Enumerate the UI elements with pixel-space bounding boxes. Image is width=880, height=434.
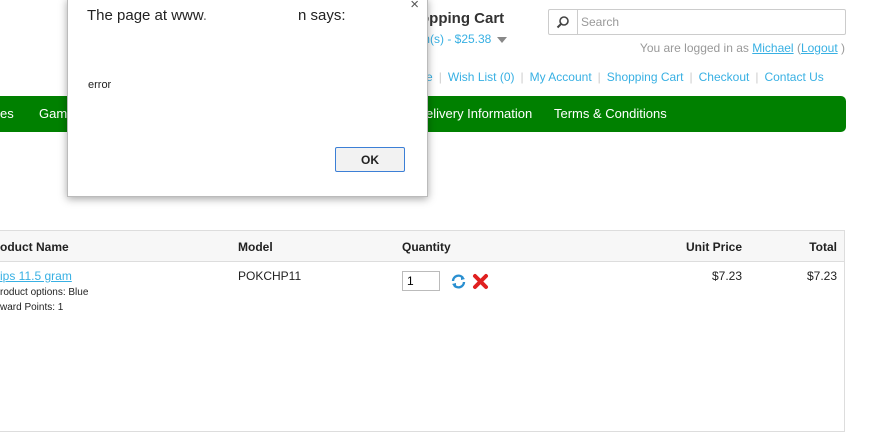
menu-item-2[interactable]: Gam (39, 106, 67, 121)
top-links: e | Wish List (0) | My Account | Shopping Cart… (426, 70, 824, 84)
unit-price: $7.23 (711, 269, 742, 283)
product-link[interactable]: ips 11.5 gram (0, 269, 72, 283)
logout-link[interactable]: Logout (801, 41, 838, 55)
cart-summary[interactable]: m(s) - $25.38 (420, 32, 508, 46)
header-total: Total (809, 240, 837, 254)
search-box (548, 9, 846, 35)
search-button[interactable] (549, 10, 578, 34)
quantity-input[interactable] (402, 271, 440, 291)
product-reward-points: ward Points: 1 (0, 302, 64, 313)
close-icon[interactable]: × (410, 0, 419, 13)
menu-item-delivery[interactable]: elivery Information (426, 106, 532, 121)
alert-dialog: The page at www. n says: × error OK (67, 0, 428, 197)
menu-item-1[interactable]: es (0, 106, 14, 121)
product-option: roduct options: Blue (0, 287, 89, 298)
header-unit-price: Unit Price (685, 240, 742, 254)
toplink-cart[interactable]: Shopping Cart (607, 70, 684, 84)
header-product-name: oduct Name (0, 240, 69, 254)
toplink-wishlist[interactable]: Wish List (0) (448, 70, 515, 84)
dialog-title-prefix: The page at www. (87, 7, 208, 24)
ok-button[interactable]: OK (335, 147, 405, 172)
toplink-account[interactable]: My Account (530, 70, 592, 84)
cart-table: oduct Name Model Quantity Unit Price Tot… (0, 230, 845, 432)
remove-icon[interactable] (472, 273, 489, 290)
paren-close: ) (841, 41, 845, 55)
logged-prefix: You are logged in as (639, 41, 749, 55)
search-input[interactable] (579, 12, 841, 32)
login-status: You are logged in as Michael (Logout ) (640, 41, 845, 55)
menu-item-terms[interactable]: Terms & Conditions (554, 106, 667, 121)
cart-summary-text[interactable]: m(s) - $25.38 (420, 32, 491, 46)
toplink-contact[interactable]: Contact Us (764, 70, 823, 84)
table-header: oduct Name Model Quantity Unit Price Tot… (0, 231, 844, 262)
header-quantity: Quantity (402, 240, 451, 254)
row-total: $7.23 (806, 269, 837, 283)
user-link[interactable]: Michael (752, 41, 793, 55)
product-model: POKCHP11 (238, 269, 302, 283)
header-model: Model (238, 240, 273, 254)
toplink-checkout[interactable]: Checkout (699, 70, 750, 84)
update-icon[interactable] (450, 273, 467, 290)
cart-title: opping Cart (420, 10, 505, 27)
search-icon (556, 16, 569, 29)
redaction-patch (210, 6, 296, 32)
dialog-title-suffix: n says: (298, 7, 346, 24)
dialog-message: error (88, 79, 112, 91)
chevron-down-icon[interactable] (497, 36, 508, 43)
